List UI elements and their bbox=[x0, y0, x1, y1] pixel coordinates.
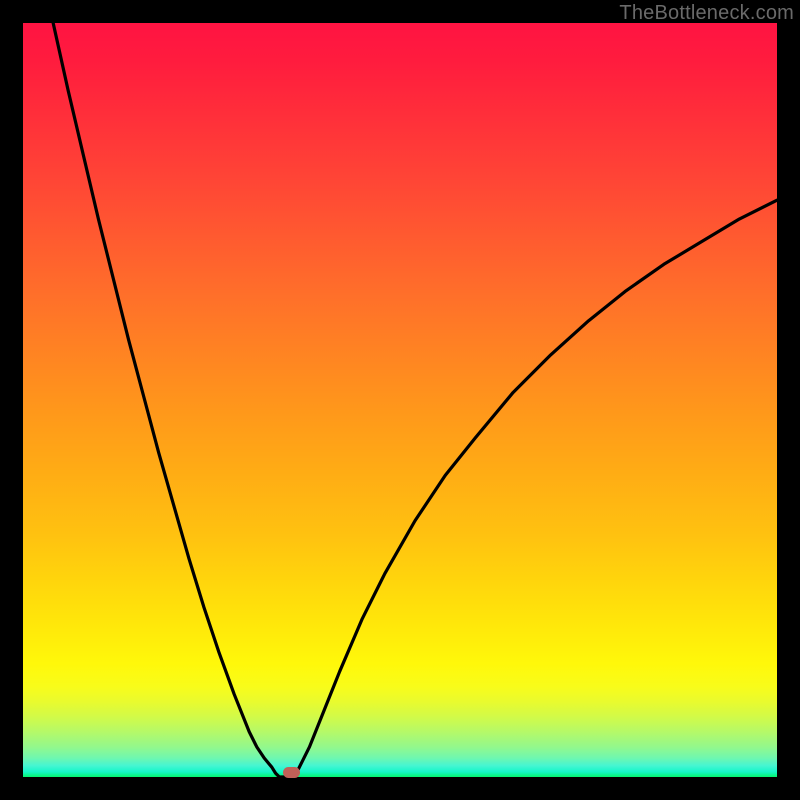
curve-path bbox=[53, 23, 777, 777]
bottleneck-curve bbox=[23, 23, 777, 777]
plot-area bbox=[23, 23, 777, 777]
watermark-text: TheBottleneck.com bbox=[619, 2, 794, 25]
outer-frame: TheBottleneck.com bbox=[0, 0, 800, 800]
optimum-marker bbox=[283, 767, 300, 778]
